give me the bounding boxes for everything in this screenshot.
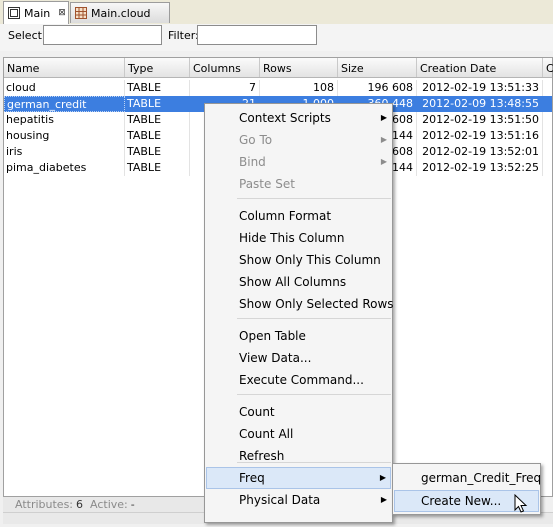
select-label: Select: bbox=[8, 29, 46, 42]
cell-name: pima_diabetes bbox=[4, 160, 125, 176]
cell-size: 196 608 bbox=[338, 80, 417, 96]
grid-icon bbox=[75, 7, 87, 19]
submenu-arrow-icon: ▶ bbox=[379, 473, 386, 482]
menu-item-label: Physical Data bbox=[239, 493, 321, 507]
menu-item-count[interactable]: Count bbox=[206, 401, 391, 423]
cell-name: hepatitis bbox=[4, 112, 125, 128]
menu-item-show-all-columns[interactable]: Show All Columns bbox=[206, 271, 391, 293]
menu-item-view-data[interactable]: View Data... bbox=[206, 347, 391, 369]
table-row[interactable]: cloud TABLE 7 108 196 608 2012-02-19 13:… bbox=[4, 80, 552, 96]
menu-item-physical-data[interactable]: Physical Data ▶ bbox=[206, 489, 391, 511]
menu-item-execute-command[interactable]: Execute Command... bbox=[206, 369, 391, 391]
cell-name: cloud bbox=[4, 80, 125, 96]
column-header-creation-date[interactable]: Creation Date bbox=[417, 58, 543, 77]
menu-item-paste-set: Paste Set bbox=[239, 177, 295, 191]
column-header-type[interactable]: Type bbox=[125, 58, 190, 77]
cell-type: TABLE bbox=[125, 96, 190, 112]
cell-name: iris bbox=[4, 144, 125, 160]
tab-main-label: Main bbox=[24, 6, 51, 20]
close-icon[interactable]: ⊠ bbox=[58, 8, 66, 18]
cell-date: 2012-02-19 13:51:33 bbox=[417, 80, 543, 96]
context-menu: Context Scripts ▶ Go To ▶ Bind ▶ Paste Set … bbox=[204, 103, 394, 523]
column-header-size[interactable]: Size bbox=[338, 58, 417, 77]
attributes-label: Attributes: bbox=[15, 498, 74, 511]
status-bar: Attributes:6Active:-Selected:1 bbox=[3, 497, 208, 526]
cell-type: TABLE bbox=[125, 112, 190, 128]
cell-type: TABLE bbox=[125, 144, 190, 160]
submenu-arrow-icon: ▶ bbox=[380, 157, 387, 166]
menu-separator bbox=[237, 394, 391, 395]
cell-rows: 108 bbox=[260, 80, 338, 96]
active-label: Active: bbox=[90, 498, 128, 511]
menu-item-freq[interactable]: Freq ▶ bbox=[206, 467, 391, 489]
tab-main-cloud-label: Main.cloud bbox=[91, 6, 151, 20]
cell-type: TABLE bbox=[125, 80, 190, 96]
attributes-value: 6 bbox=[76, 498, 84, 511]
menu-separator bbox=[237, 198, 391, 199]
menu-item-label: Go To bbox=[239, 133, 273, 147]
menu-item-hide-this-column[interactable]: Hide This Column bbox=[206, 227, 391, 249]
menu-item-bind: Bind ▶ bbox=[206, 151, 391, 173]
cell-columns: 7 bbox=[190, 80, 260, 96]
cell-date: 2012-02-19 13:52:01 bbox=[417, 144, 543, 160]
column-header-rows[interactable]: Rows bbox=[260, 58, 338, 77]
column-header-c[interactable]: C bbox=[543, 58, 553, 77]
menu-separator bbox=[237, 462, 391, 463]
table-icon bbox=[8, 7, 20, 19]
menu-item-label: Bind bbox=[239, 155, 266, 169]
column-header-columns[interactable]: Columns bbox=[190, 58, 260, 77]
filter-label: Filter: bbox=[168, 29, 199, 42]
menu-item-column-format[interactable]: Column Format bbox=[206, 205, 391, 227]
filter-input[interactable] bbox=[197, 25, 317, 45]
active-value: - bbox=[130, 498, 135, 511]
menu-item-label: Freq bbox=[239, 471, 265, 485]
mouse-pointer-icon bbox=[514, 493, 528, 514]
submenu-arrow-icon: ▶ bbox=[380, 135, 387, 144]
cell-name: housing bbox=[4, 128, 125, 144]
submenu-arrow-icon: ▶ bbox=[380, 113, 387, 122]
submenu-arrow-icon: ▶ bbox=[380, 495, 387, 504]
menu-item-context-scripts[interactable]: Context Scripts ▶ bbox=[206, 107, 391, 129]
menu-item-go-to: Go To ▶ bbox=[206, 129, 391, 151]
cell-type: TABLE bbox=[125, 128, 190, 144]
menu-separator bbox=[237, 318, 391, 319]
menu-item-refresh[interactable]: Refresh bbox=[206, 445, 391, 467]
menu-item-label: Context Scripts bbox=[239, 111, 331, 125]
menu-item-show-only-this-column[interactable]: Show Only This Column bbox=[206, 249, 391, 271]
cell-type: TABLE bbox=[125, 160, 190, 176]
select-filter-bar: Select: Filter: bbox=[0, 24, 553, 51]
menu-item-show-only-selected-rows[interactable]: Show Only Selected Rows bbox=[206, 293, 394, 315]
menu-item-open-table[interactable]: Open Table bbox=[206, 325, 391, 347]
cell-date: 2012-02-19 13:52:25 bbox=[417, 160, 543, 176]
column-header-name[interactable]: Name bbox=[4, 58, 125, 77]
submenu-item-german-credit-freq[interactable]: german_Credit_Freq bbox=[394, 467, 541, 489]
tab-main[interactable]: Main ⊠ bbox=[3, 1, 69, 24]
cell-name: german_credit bbox=[4, 96, 125, 112]
tab-bar: Main ⊠ Main.cloud bbox=[0, 0, 553, 25]
cell-date: 2012-02-19 13:51:16 bbox=[417, 128, 543, 144]
menu-item-count-all[interactable]: Count All bbox=[206, 423, 391, 445]
cell-date: 2012-02-19 13:51:50 bbox=[417, 112, 543, 128]
tab-main-cloud[interactable]: Main.cloud bbox=[70, 2, 170, 23]
cell-date: 2012-02-09 13:48:55 bbox=[417, 96, 543, 112]
select-input[interactable] bbox=[43, 25, 162, 45]
table-header: Name Type Columns Rows Size Creation Dat… bbox=[4, 58, 553, 78]
